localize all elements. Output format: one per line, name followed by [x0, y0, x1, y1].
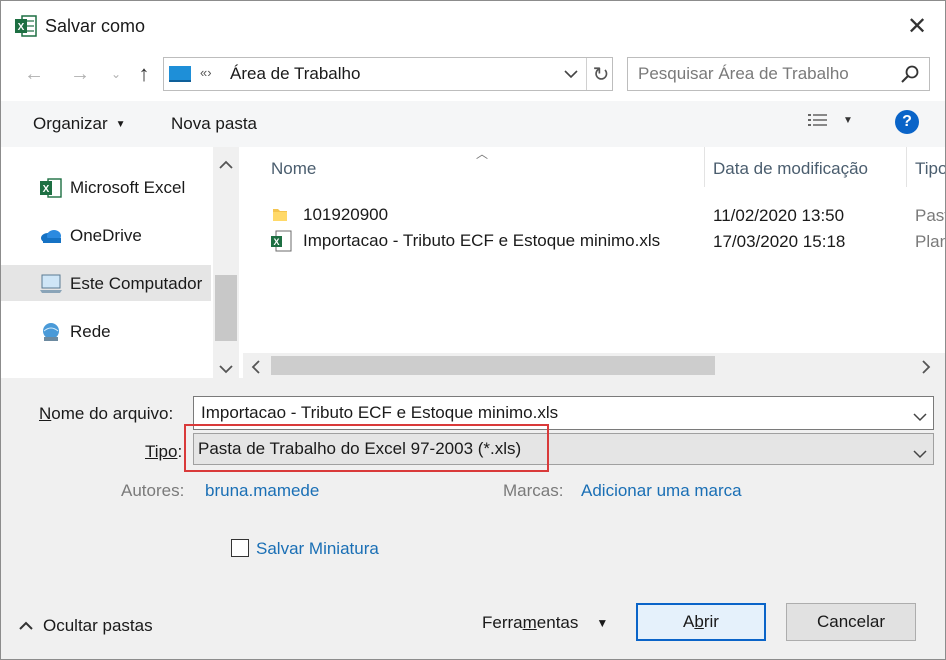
tools-label: Ferramentas	[482, 613, 579, 632]
breadcrumb-separator[interactable]: «›	[200, 65, 212, 80]
svg-text:X: X	[273, 237, 279, 247]
sidebar-item-microsoft-excel[interactable]: X Microsoft Excel	[39, 173, 185, 203]
sidebar-item-rede[interactable]: Rede	[39, 317, 111, 347]
svg-text:X: X	[18, 22, 25, 33]
window-title: Salvar como	[45, 16, 146, 36]
up-arrow-icon[interactable]: ↑	[129, 61, 159, 87]
tags-label: Marcas:	[503, 481, 564, 500]
file-type-chevron-icon[interactable]	[913, 444, 927, 464]
chevron-up-icon	[19, 621, 33, 630]
organize-dropdown-icon: ▼	[115, 118, 126, 130]
network-icon	[39, 320, 63, 344]
file-name: Importacao - Tributo ECF e Estoque minim…	[303, 231, 661, 250]
title-bar: X Salvar como ✕	[1, 1, 945, 51]
excel-icon: X	[39, 176, 63, 200]
column-header-name[interactable]: Nome	[271, 147, 316, 191]
address-dropdown-chevron-icon[interactable]	[560, 60, 582, 88]
scroll-up-icon[interactable]	[219, 155, 233, 169]
file-date: 17/03/2020 15:18	[713, 232, 846, 251]
sidebar-item-este-computador[interactable]: Este Computador	[39, 269, 202, 299]
sidebar-item-label: Microsoft Excel	[70, 178, 186, 197]
sort-ascending-icon: ︿	[476, 147, 489, 161]
sidebar-scroll-thumb[interactable]	[215, 275, 237, 341]
tools-dropdown-icon: ▼	[596, 616, 609, 630]
recent-locations-chevron-icon[interactable]: ⌄	[101, 61, 131, 87]
new-folder-button[interactable]: Nova pasta	[171, 114, 257, 134]
close-icon[interactable]: ✕	[897, 9, 937, 43]
desktop-icon	[169, 66, 191, 82]
refresh-icon[interactable]: ↻	[590, 60, 612, 88]
type-label: Tipo:	[145, 442, 183, 461]
filename-dropdown-chevron-icon[interactable]	[913, 407, 927, 427]
sidebar-item-label: OneDrive	[70, 226, 142, 245]
excel-app-icon: X	[15, 14, 37, 38]
organize-button[interactable]: Organizar ▼	[33, 114, 126, 134]
search-box[interactable]: Pesquisar Área de Trabalho	[627, 57, 930, 91]
organize-label: Organizar	[33, 114, 108, 133]
sidebar-item-onedrive[interactable]: OneDrive	[39, 221, 142, 251]
excel-file-icon: X	[271, 230, 295, 252]
svg-text:X: X	[43, 184, 50, 195]
computer-icon	[39, 272, 63, 296]
save-thumbnail-checkbox[interactable]	[231, 539, 249, 557]
column-header-date[interactable]: Data de modificação	[713, 147, 868, 191]
sidebar-scrollbar[interactable]	[213, 147, 239, 378]
file-type: Past	[915, 206, 945, 225]
command-bar: Organizar ▼ Nova pasta ▼ ?	[1, 101, 945, 147]
column-header-type[interactable]: Tipo	[915, 147, 945, 191]
save-options-panel: Nome do arquivo: Importacao - Tributo EC…	[1, 378, 945, 659]
hide-folders-toggle[interactable]: Ocultar pastas	[19, 616, 153, 636]
highlight-box	[184, 424, 549, 472]
forward-arrow-icon[interactable]: →	[65, 61, 95, 87]
horizontal-scrollbar[interactable]	[243, 353, 945, 378]
horizontal-scroll-thumb[interactable]	[271, 356, 715, 375]
scroll-down-icon[interactable]	[219, 359, 233, 374]
back-arrow-icon[interactable]: ←	[19, 61, 49, 87]
column-separator	[906, 147, 907, 187]
address-bar[interactable]: «› Área de Trabalho ↻	[163, 57, 613, 91]
authors-label: Autores:	[121, 481, 185, 500]
sidebar-item-label: Este Computador	[70, 274, 203, 293]
filename-input[interactable]: Importacao - Tributo ECF e Estoque minim…	[201, 403, 558, 423]
column-separator	[704, 147, 705, 187]
open-label: Abrir	[683, 612, 719, 631]
folder-icon	[271, 205, 295, 225]
filename-label: Nome do arquivo:	[39, 404, 174, 423]
save-as-dialog: X Salvar como ✕ ← → ⌄ ↑ «› Área de Traba…	[0, 0, 946, 660]
authors-value[interactable]: bruna.mamede	[205, 481, 319, 501]
hide-folders-label: Ocultar pastas	[43, 616, 153, 635]
tools-button[interactable]: Ferramentas ▼	[482, 613, 608, 633]
navigation-pane: X Microsoft Excel OneDrive Este Computad…	[1, 147, 239, 378]
cancel-button[interactable]: Cancelar	[786, 603, 916, 641]
pane-splitter[interactable]	[239, 147, 243, 378]
open-button[interactable]: Abrir	[636, 603, 766, 641]
file-type: Plan	[915, 232, 945, 251]
save-thumbnail-label[interactable]: Salvar Miniatura	[256, 539, 379, 559]
address-divider	[586, 58, 587, 90]
sidebar-item-label: Rede	[70, 322, 111, 341]
file-date: 11/02/2020 13:50	[713, 206, 845, 225]
scroll-right-icon[interactable]	[921, 359, 933, 374]
breadcrumb-current[interactable]: Área de Trabalho	[230, 64, 360, 84]
view-options-dropdown-icon[interactable]: ▼	[843, 115, 853, 126]
onedrive-cloud-icon	[39, 224, 63, 248]
scroll-left-icon[interactable]	[251, 359, 263, 374]
add-tag-link[interactable]: Adicionar uma marca	[581, 481, 742, 501]
search-icon[interactable]	[900, 64, 922, 86]
help-icon[interactable]: ?	[895, 110, 919, 134]
search-input[interactable]: Pesquisar Área de Trabalho	[638, 64, 849, 84]
view-details-icon[interactable]	[807, 112, 831, 132]
file-name: 101920900	[303, 205, 389, 224]
